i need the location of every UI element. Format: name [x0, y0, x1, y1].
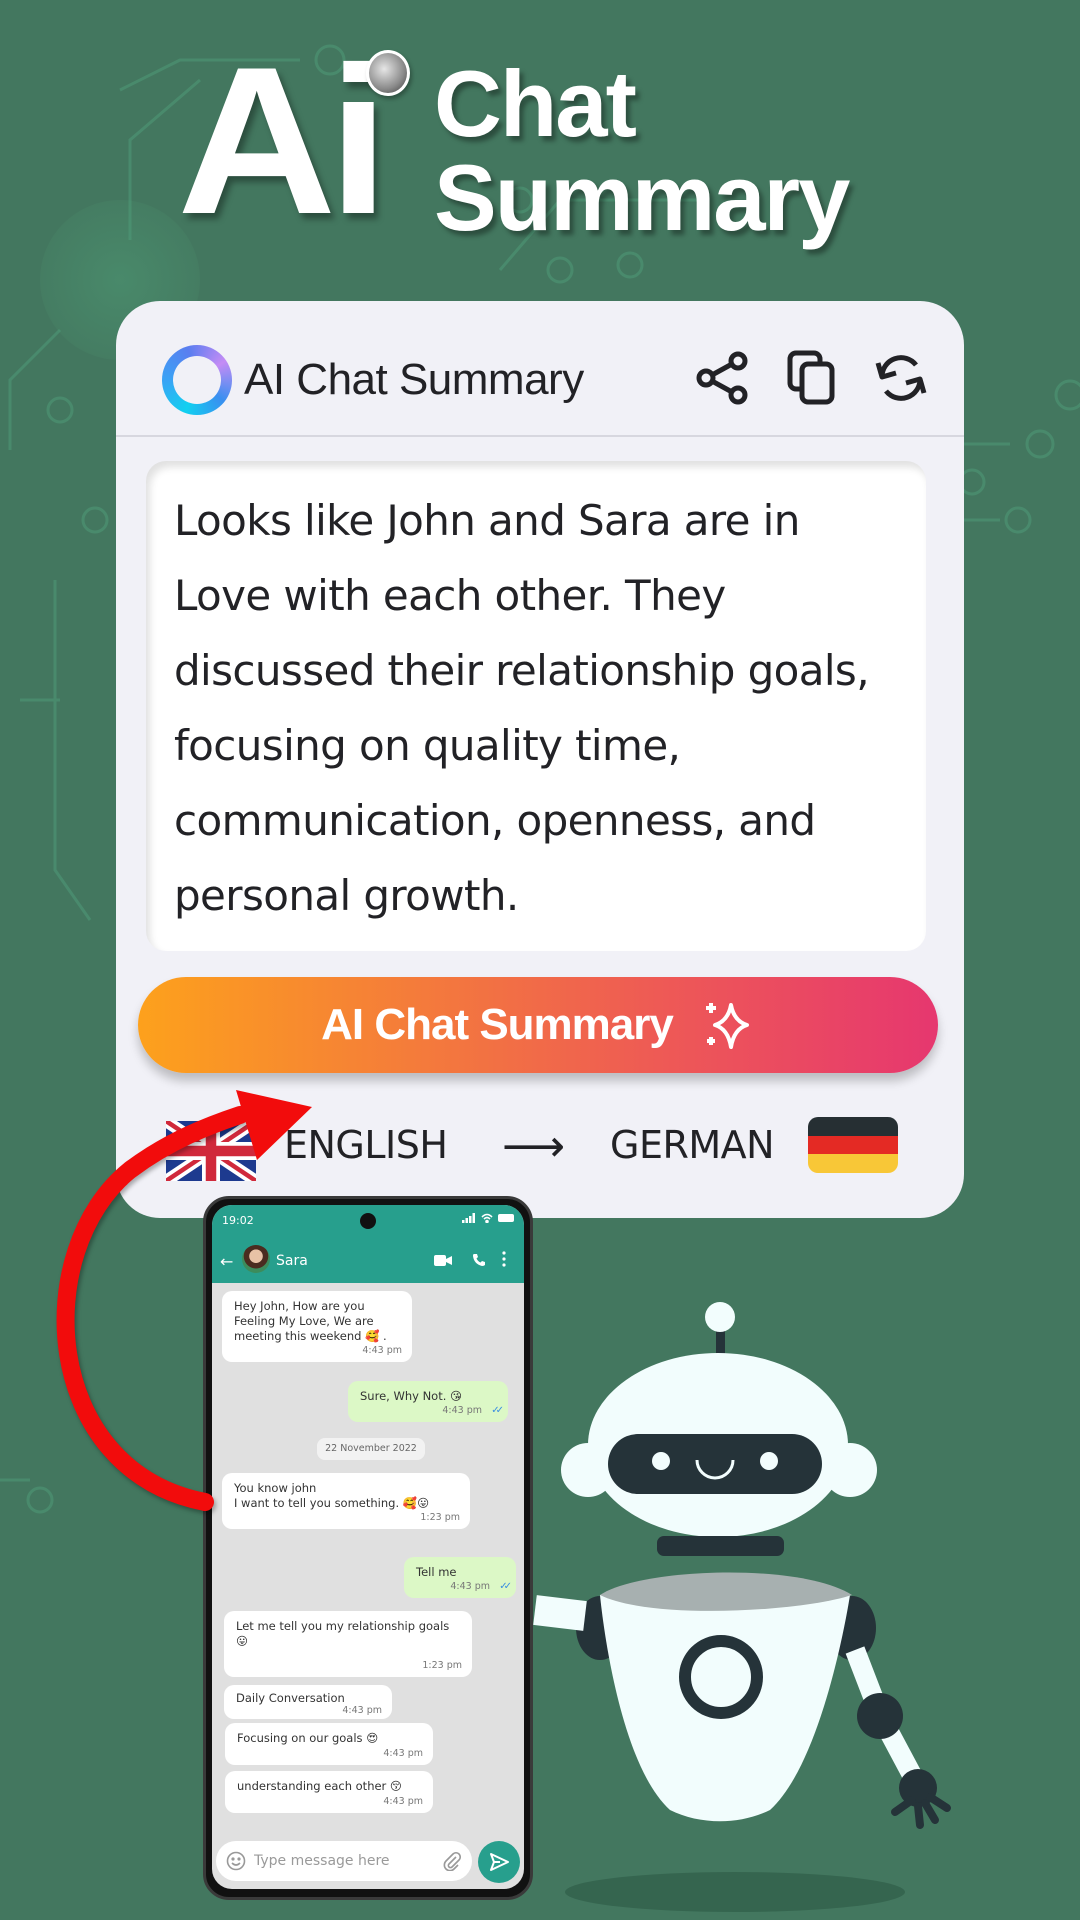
status-icons [462, 1213, 514, 1223]
chat-message[interactable]: You know john I want to tell you somethi… [222, 1473, 470, 1529]
message-text: understanding each other 😚 [237, 1779, 402, 1793]
hero-title: Ai Chat Summary [0, 0, 1080, 290]
attach-icon[interactable] [442, 1851, 462, 1871]
video-call-icon[interactable] [434, 1255, 452, 1266]
sparkle-icon [705, 1003, 749, 1049]
message-time: 1:23 pm [422, 1660, 462, 1671]
message-time: 4:43 pm [383, 1748, 423, 1759]
hero-title-summary: Summary [434, 145, 850, 250]
message-time: 4:43 pm [450, 1581, 490, 1592]
chat-message[interactable]: Hey John, How are you Feeling My Love, W… [222, 1291, 412, 1362]
translate-arrow-icon: ⟶ [502, 1121, 566, 1172]
ai-logo-ring-icon [162, 345, 232, 415]
message-time: 4:43 pm [383, 1796, 423, 1807]
share-button[interactable] [694, 349, 752, 407]
date-separator: 22 November 2022 [317, 1438, 425, 1460]
hero-title-chat: Chat [434, 51, 637, 156]
message-text: Let me tell you my relationship goals 😛 [236, 1619, 450, 1648]
source-language-label[interactable]: ENGLISH [284, 1123, 448, 1167]
contact-name[interactable]: Sara [276, 1253, 308, 1269]
chat-message[interactable]: understanding each other 😚 4:43 pm [225, 1771, 433, 1813]
emoji-icon[interactable] [226, 1851, 246, 1871]
wifi-icon [481, 1213, 493, 1223]
chat-message[interactable]: Tell me 4:43 pm ✓✓ [404, 1557, 516, 1598]
battery-icon [498, 1214, 514, 1222]
summary-output-box[interactable]: Looks like John and Sara are in Love wit… [146, 461, 926, 951]
chat-message[interactable]: Focusing on our goals 😍 4:43 pm [225, 1723, 433, 1765]
message-text: Focusing on our goals 😍 [237, 1731, 379, 1745]
target-language-label[interactable]: GERMAN [610, 1123, 775, 1167]
hero-ai-letters: Ai [177, 23, 389, 258]
more-options-icon[interactable] [502, 1251, 506, 1267]
generate-summary-button[interactable]: AI Chat Summary [138, 977, 938, 1073]
message-input-bar [216, 1841, 472, 1881]
summary-text: Looks like John and Sara are in Love wit… [174, 496, 870, 920]
send-button[interactable] [478, 1841, 520, 1883]
message-time: 4:43 pm [342, 1705, 382, 1716]
phone-call-icon[interactable] [472, 1253, 486, 1267]
chat-screen: 19:02 ← Sara Hey John, How are you Feeli… [212, 1205, 524, 1889]
chat-message[interactable]: Daily Conversation 4:43 pm [224, 1685, 392, 1719]
summary-card: AI Chat Summary Looks like John and Sara… [116, 301, 964, 1218]
card-title: AI Chat Summary [244, 355, 584, 404]
germany-flag-icon[interactable] [808, 1117, 898, 1173]
phone-mockup: 19:02 ← Sara Hey John, How are you Feeli… [203, 1196, 533, 1900]
language-selector-row: ENGLISH ⟶ GERMAN [116, 1111, 964, 1181]
message-time: 1:23 pm [420, 1512, 460, 1523]
send-icon [490, 1853, 509, 1871]
generate-summary-label: AI Chat Summary [321, 1000, 674, 1049]
message-input[interactable] [254, 1849, 434, 1873]
copy-icon [787, 350, 835, 405]
read-receipt-icon: ✓✓ [491, 1405, 504, 1416]
read-receipt-icon: ✓✓ [499, 1581, 512, 1592]
chat-header: 19:02 ← Sara [212, 1205, 524, 1283]
message-text: Tell me [416, 1565, 457, 1579]
status-time: 19:02 [222, 1214, 254, 1227]
share-icon [696, 351, 748, 405]
refresh-button[interactable] [872, 349, 930, 407]
robot-portrait-icon [366, 50, 410, 96]
refresh-icon [875, 355, 927, 401]
copy-button[interactable] [784, 349, 842, 407]
message-text: Hey John, How are you Feeling My Love, W… [234, 1299, 387, 1343]
chat-message[interactable]: Sure, Why Not. 😘 4:43 pm ✓✓ [348, 1381, 508, 1422]
signal-icon [462, 1213, 475, 1223]
chat-message[interactable]: Let me tell you my relationship goals 😛 … [224, 1611, 472, 1677]
back-arrow-icon[interactable]: ← [220, 1252, 233, 1271]
message-text: Sure, Why Not. 😘 [360, 1389, 463, 1403]
camera-cutout [360, 1213, 376, 1229]
message-text: You know john I want to tell you somethi… [234, 1481, 430, 1510]
contact-avatar[interactable] [242, 1245, 270, 1273]
uk-flag-icon[interactable] [166, 1121, 256, 1181]
message-time: 4:43 pm [362, 1345, 402, 1356]
message-text: Daily Conversation [236, 1691, 345, 1705]
message-time: 4:43 pm [442, 1405, 482, 1416]
card-header: AI Chat Summary [116, 301, 964, 437]
